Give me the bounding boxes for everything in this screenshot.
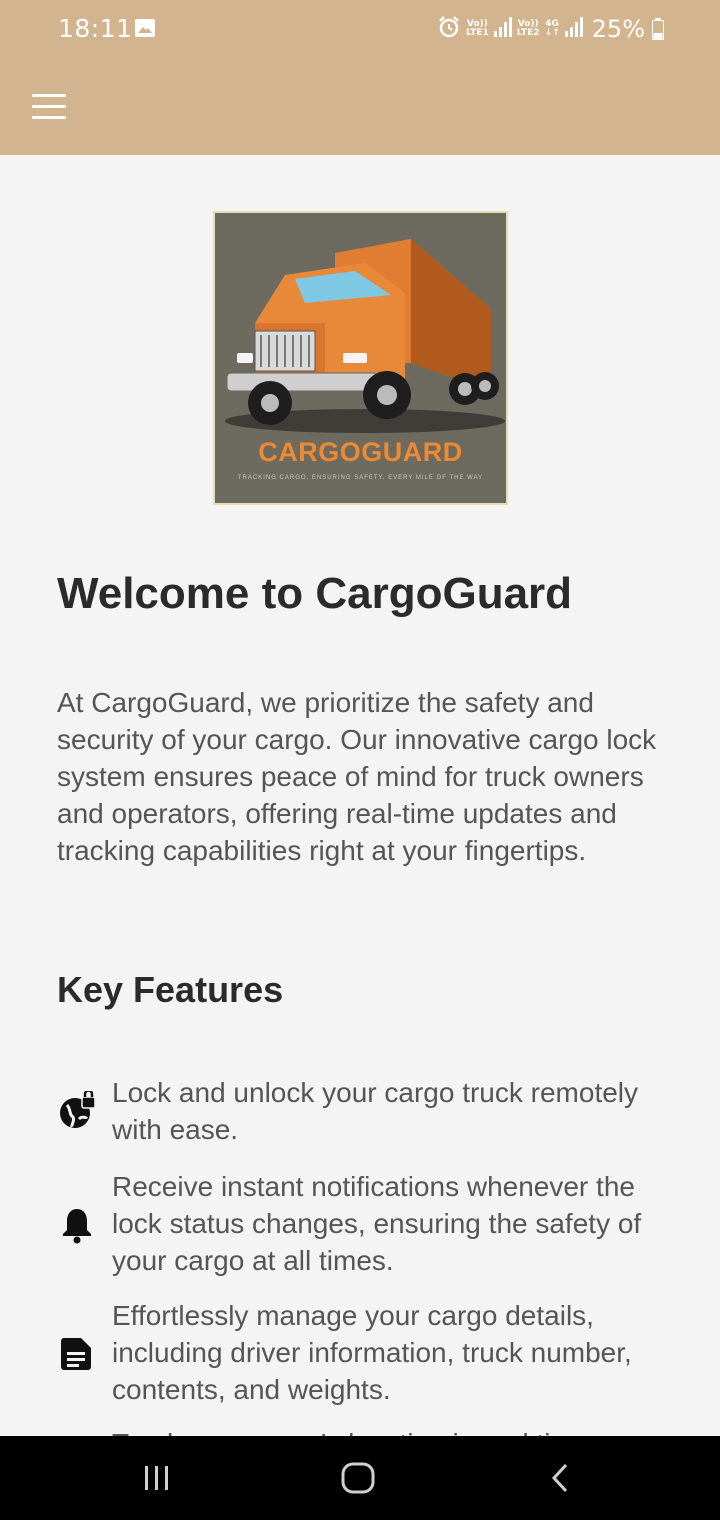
- hamburger-menu-icon[interactable]: [26, 86, 72, 126]
- sim2-label: Vo)) LTE2: [516, 19, 540, 38]
- signal-icon: [564, 17, 583, 41]
- status-icons: Vo)) LTE1 Vo)) LTE2 4G ↓↑ 25%: [437, 14, 664, 44]
- bell-icon: [57, 1204, 97, 1244]
- home-icon[interactable]: [328, 1456, 388, 1500]
- partial-icon: [57, 1423, 97, 1436]
- logo-tagline: TRACKING CARGO, ENSURING SAFETY, EVERY M…: [237, 475, 484, 481]
- feature-item: Receive instant notifications whenever t…: [57, 1168, 677, 1279]
- network-type: 4G ↓↑: [544, 19, 560, 38]
- page-title: Welcome to CargoGuard: [57, 569, 573, 618]
- battery-icon: [652, 18, 664, 40]
- cargoguard-logo: CARGOGUARD TRACKING CARGO, ENSURING SAFE…: [213, 211, 508, 505]
- app-screen: 18:11 Vo)) LTE1 Vo)) LTE2 4G ↓↑ 25% CARG…: [0, 0, 720, 1520]
- logo-title: CARGOGUARD: [258, 437, 463, 467]
- system-nav-bar: [0, 1436, 720, 1520]
- feature-text: Receive instant notifications whenever t…: [112, 1171, 642, 1276]
- document-icon: [57, 1333, 97, 1373]
- back-icon[interactable]: [530, 1456, 590, 1500]
- section-title: Key Features: [57, 969, 284, 1010]
- app-bar: [0, 58, 720, 155]
- gallery-icon: [135, 19, 155, 37]
- status-time: 18:11: [58, 14, 133, 43]
- battery-percent: 25%: [591, 15, 645, 43]
- alarm-icon: [437, 15, 461, 43]
- signal-icon: [493, 17, 512, 41]
- recents-icon[interactable]: [127, 1456, 187, 1500]
- feature-text: Track your cargo's location in real time: [112, 1425, 672, 1437]
- feature-text: Effortlessly manage your cargo details, …: [112, 1300, 632, 1405]
- data-arrows-icon: ↓↑: [544, 28, 560, 38]
- main-content: CARGOGUARD TRACKING CARGO, ENSURING SAFE…: [0, 155, 720, 1436]
- feature-item: Lock and unlock your cargo truck remotel…: [57, 1074, 677, 1148]
- feature-item: Effortlessly manage your cargo details, …: [57, 1297, 677, 1408]
- status-bar: 18:11 Vo)) LTE1 Vo)) LTE2 4G ↓↑ 25%: [0, 0, 720, 58]
- globe-lock-icon: [57, 1091, 97, 1131]
- sim1-label: Vo)) LTE1: [465, 19, 489, 38]
- feature-text: Lock and unlock your cargo truck remotel…: [112, 1077, 639, 1145]
- feature-item: Track your cargo's location in real time: [57, 1423, 677, 1437]
- intro-paragraph: At CargoGuard, we prioritize the safety …: [57, 687, 657, 866]
